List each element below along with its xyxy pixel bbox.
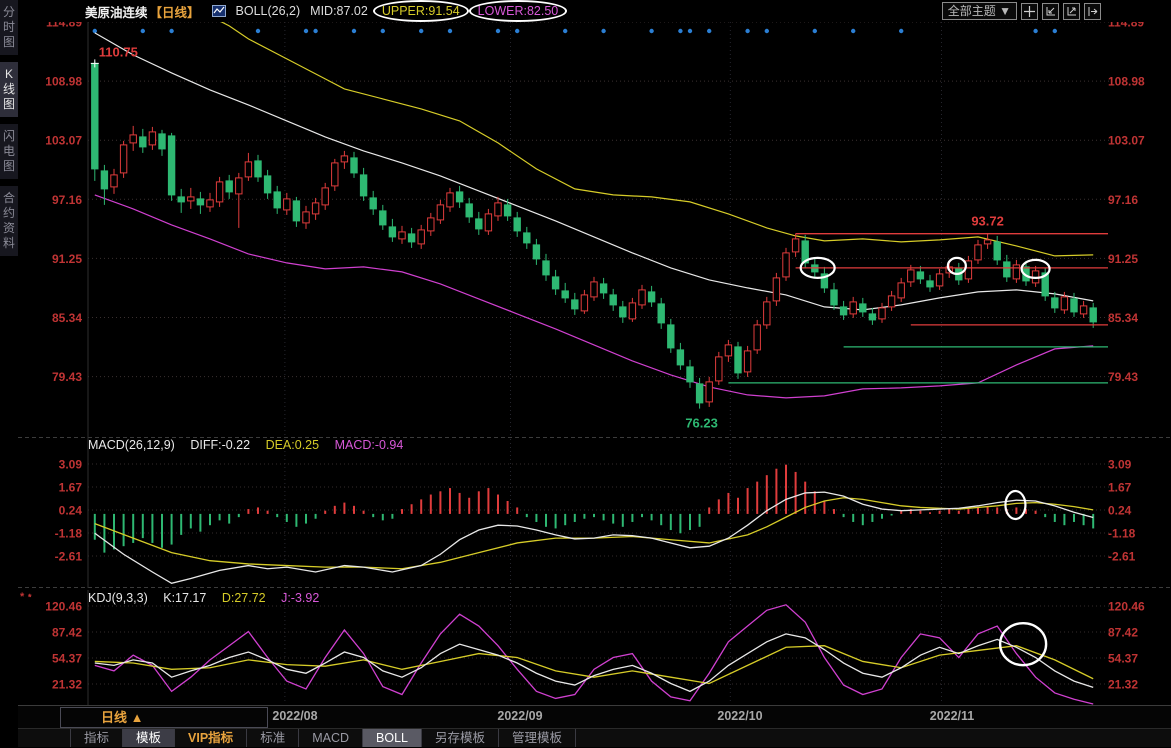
macd-value: MACD:-0.94 xyxy=(335,438,404,452)
kdj-k-value: K:17.17 xyxy=(163,591,206,605)
svg-text:0.24: 0.24 xyxy=(1108,504,1132,518)
symbol-title: 美原油连续 xyxy=(85,2,148,21)
chart-area: 美原油连续 【日线】 BOLL(26,2) MID:87.02 UPPER:91… xyxy=(18,0,1171,747)
kdj-d-value: D:27.72 xyxy=(222,591,266,605)
x-axis-date: 2022/08 xyxy=(272,709,317,723)
tab-BOLL[interactable]: BOLL xyxy=(363,729,422,747)
tab-指标[interactable]: 指标 xyxy=(70,729,123,747)
tab-管理模板[interactable]: 管理模板 xyxy=(499,729,576,747)
macd-chart[interactable]: 3.09 3.09 1.67 1.67 0.24 0.24 -1.18 -1.18 -2.61 -… xyxy=(18,437,1171,588)
svg-text:-2.61: -2.61 xyxy=(55,550,83,564)
zoom-in-time-icon[interactable] xyxy=(1063,3,1080,20)
header-toolbar: 全部主题 ▼ xyxy=(942,2,1171,20)
svg-text:-2.61: -2.61 xyxy=(1108,550,1136,564)
boll-lower-wrap: LOWER:82.50 xyxy=(474,4,563,18)
svg-text:87.42: 87.42 xyxy=(52,626,82,640)
svg-text:110.75: 110.75 xyxy=(99,44,138,59)
sidebar-item-1[interactable]: K线图 xyxy=(0,62,18,117)
svg-text:114.89: 114.89 xyxy=(1108,22,1144,30)
svg-text:3.09: 3.09 xyxy=(1108,458,1132,472)
tab-模板[interactable]: 模板 xyxy=(123,729,175,747)
pan-right-icon[interactable] xyxy=(1084,3,1101,20)
svg-text:114.89: 114.89 xyxy=(46,22,82,30)
svg-text:79.43: 79.43 xyxy=(1108,370,1138,384)
svg-text:87.42: 87.42 xyxy=(1108,626,1138,640)
svg-text:91.25: 91.25 xyxy=(52,252,82,266)
svg-text:1.67: 1.67 xyxy=(1108,480,1132,494)
sidebar-item-0[interactable]: 分时图 xyxy=(0,0,18,55)
tab-标准[interactable]: 标准 xyxy=(247,729,299,747)
bottom-tab-bar: 指标模板VIP指标标准MACDBOLL另存模板管理模板 xyxy=(18,728,1171,747)
svg-text:93.72: 93.72 xyxy=(971,214,1004,229)
indicator-name: BOLL(26,2) xyxy=(236,4,301,18)
svg-text:21.32: 21.32 xyxy=(1108,678,1138,692)
x-axis-date: 2022/10 xyxy=(717,709,762,723)
boll-upper-value: UPPER:91.54 xyxy=(382,4,460,18)
kdj-j-value: J:-3.92 xyxy=(281,591,319,605)
zoom-out-time-icon[interactable] xyxy=(1042,3,1059,20)
svg-text:97.16: 97.16 xyxy=(52,193,82,207)
svg-text:103.07: 103.07 xyxy=(1108,134,1145,148)
svg-text:103.07: 103.07 xyxy=(45,134,82,148)
left-sidebar: 分时图 K线图闪电图合约资料 xyxy=(0,0,18,747)
crosshair-icon[interactable] xyxy=(1021,3,1038,20)
kdj-header: KDJ(9,3,3) K:17.17 D:27.72 J:-3.92 xyxy=(88,591,331,607)
macd-header: MACD(26,12,9) DIFF:-0.22 DEA:0.25 MACD:-… xyxy=(88,438,415,454)
boll-lower-value: LOWER:82.50 xyxy=(478,4,559,18)
tab-另存模板[interactable]: 另存模板 xyxy=(422,729,499,747)
tab-VIP指标[interactable]: VIP指标 xyxy=(175,729,247,747)
svg-text:91.25: 91.25 xyxy=(1108,252,1138,266)
svg-text:1.67: 1.67 xyxy=(59,480,83,494)
boll-upper-wrap: UPPER:91.54 xyxy=(378,4,464,18)
svg-text:79.43: 79.43 xyxy=(52,370,82,384)
svg-text:85.34: 85.34 xyxy=(1108,311,1138,325)
period-label: 【日线】 xyxy=(150,2,200,21)
svg-text:108.98: 108.98 xyxy=(1108,75,1145,89)
svg-text:120.46: 120.46 xyxy=(1108,600,1145,614)
svg-text:85.34: 85.34 xyxy=(52,311,82,325)
chart-header: 美原油连续 【日线】 BOLL(26,2) MID:87.02 UPPER:91… xyxy=(18,0,1171,22)
main-candlestick-chart[interactable]: 114.89 114.89 108.98 108.98 103.07 103.07 97.1… xyxy=(18,22,1171,437)
sidebar-item-3[interactable]: 合约资料 xyxy=(0,186,18,256)
svg-text:76.23: 76.23 xyxy=(685,416,718,431)
svg-text:108.98: 108.98 xyxy=(45,75,82,89)
macd-name: MACD(26,12,9) xyxy=(88,438,175,452)
macd-dea-value: DEA:0.25 xyxy=(266,438,320,452)
panel-marker-icon[interactable]: *﹡ xyxy=(20,588,35,604)
sidebar-item-2[interactable]: 闪电图 xyxy=(0,124,18,179)
x-axis-date: 2022/11 xyxy=(930,709,975,723)
svg-text:0.24: 0.24 xyxy=(59,504,83,518)
svg-text:97.16: 97.16 xyxy=(1108,193,1138,207)
svg-text:54.37: 54.37 xyxy=(1108,652,1138,666)
macd-diff-value: DIFF:-0.22 xyxy=(190,438,250,452)
svg-text:-1.18: -1.18 xyxy=(1108,526,1136,540)
kdj-name: KDJ(9,3,3) xyxy=(88,591,148,605)
kdj-chart[interactable]: 120.46 120.46 87.42 87.42 54.37 54.37 21.32 21.… xyxy=(18,590,1171,705)
tab-MACD[interactable]: MACD xyxy=(299,729,363,747)
kline-chart-icon xyxy=(212,5,226,17)
x-axis-date: 2022/09 xyxy=(497,709,542,723)
boll-mid-value: MID:87.02 xyxy=(310,4,368,18)
theme-dropdown[interactable]: 全部主题 ▼ xyxy=(942,2,1017,20)
trading-app-window: 分时图 K线图闪电图合约资料 美原油连续 【日线】 BOLL(26,2) MID:… xyxy=(0,0,1171,747)
svg-text:3.09: 3.09 xyxy=(59,458,83,472)
svg-text:-1.18: -1.18 xyxy=(55,526,83,540)
svg-text:120.46: 120.46 xyxy=(45,600,82,614)
time-axis-bar: 日线 ▲ 2022/08 2022/09 2022/10 2022/11 xyxy=(18,705,1171,728)
svg-text:21.32: 21.32 xyxy=(52,678,82,692)
period-selector[interactable]: 日线 ▲ xyxy=(60,707,268,728)
svg-text:54.37: 54.37 xyxy=(52,652,82,666)
